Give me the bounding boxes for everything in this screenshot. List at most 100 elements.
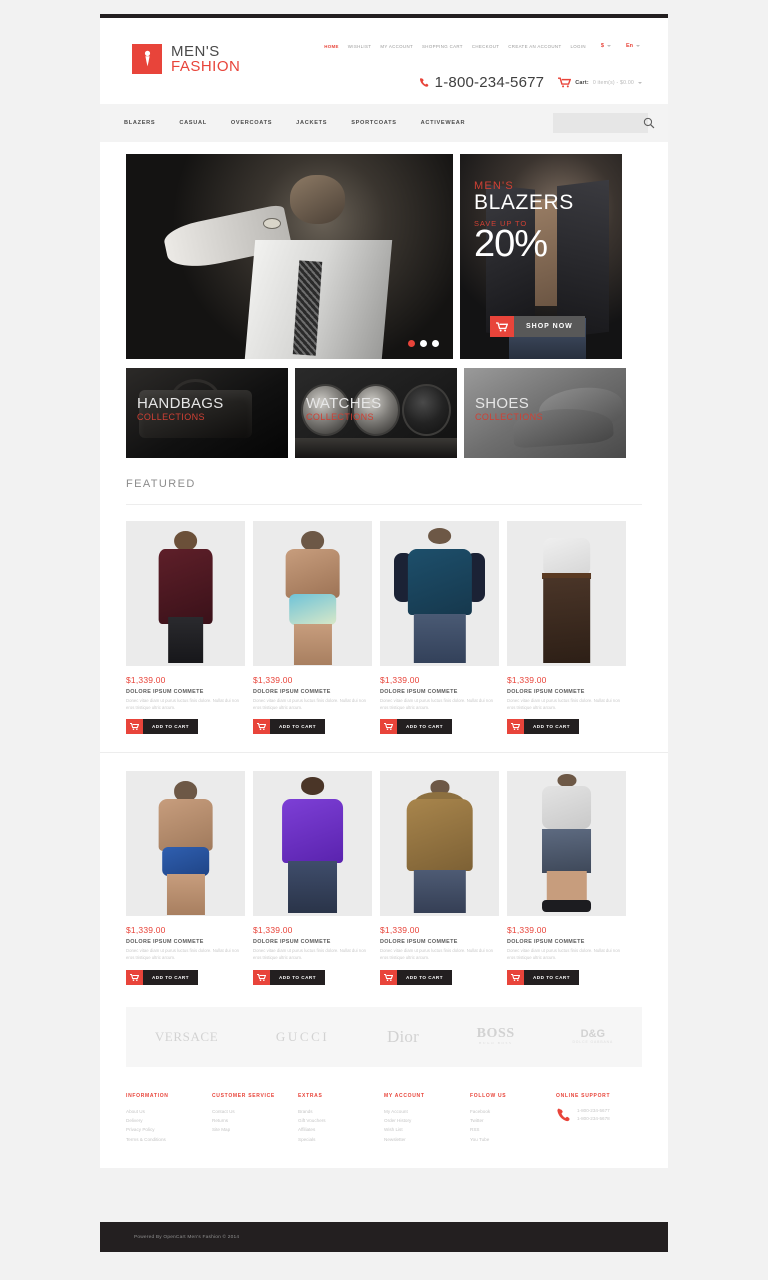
brand-dolce-gabbana[interactable]: D&G DOLCE GABBANA xyxy=(572,1028,613,1044)
brand-dior[interactable]: Dior xyxy=(387,1028,419,1045)
product-card[interactable]: $1,339.00 DOLORE IPSUM COMMETE Donec vit… xyxy=(126,521,245,735)
footer-link[interactable]: Affiliates xyxy=(298,1125,384,1134)
add-to-cart-button[interactable]: ADD TO CART xyxy=(380,969,452,985)
footer-link[interactable]: Brands xyxy=(298,1107,384,1116)
product-title[interactable]: DOLORE IPSUM COMMETE xyxy=(126,939,245,945)
footer-link[interactable]: Specials xyxy=(298,1135,384,1144)
product-image[interactable] xyxy=(126,521,245,666)
cart-widget[interactable]: Cart: 0 item(s) - $0.00 xyxy=(558,77,642,88)
product-card[interactable]: $1,339.00 DOLORE IPSUM COMMETE Donec vit… xyxy=(126,771,245,985)
category-tile-handbags[interactable]: HANDBAGS COLLECTIONS xyxy=(126,368,288,458)
cart-icon xyxy=(507,719,524,735)
add-to-cart-button[interactable]: ADD TO CART xyxy=(380,719,452,735)
copyright-bar: Powered By OpenCart Men's Fashion © 2014 xyxy=(100,1222,668,1252)
brand-boss[interactable]: BOSS HUGO BOSS xyxy=(477,1027,515,1045)
site-logo[interactable]: MEN'S FASHION xyxy=(132,44,240,75)
cart-icon xyxy=(558,77,572,88)
footer-link[interactable]: Site Map xyxy=(212,1125,298,1134)
category-tile-shoes[interactable]: SHOES COLLECTIONS xyxy=(464,368,626,458)
nav-item-jackets[interactable]: JACKETS xyxy=(296,120,327,126)
tile-subtitle: COLLECTIONS xyxy=(306,412,374,422)
slider-dot-2[interactable] xyxy=(420,340,427,347)
featured-header: FEATURED xyxy=(126,478,642,505)
footer-link[interactable]: Privacy Policy xyxy=(126,1125,212,1134)
product-price: $1,339.00 xyxy=(380,925,420,936)
add-to-cart-button[interactable]: ADD TO CART xyxy=(126,719,198,735)
top-link-home[interactable]: HOME xyxy=(324,44,339,49)
product-image[interactable] xyxy=(253,521,372,666)
product-title[interactable]: DOLORE IPSUM COMMETE xyxy=(380,939,499,945)
language-selector[interactable]: En xyxy=(626,43,640,49)
nav-item-casual[interactable]: CASUAL xyxy=(179,120,207,126)
product-image[interactable] xyxy=(507,771,626,917)
product-title[interactable]: DOLORE IPSUM COMMETE xyxy=(507,689,626,695)
footer-link[interactable]: Contact Us xyxy=(212,1107,298,1116)
product-price: $1,339.00 xyxy=(253,675,293,685)
top-link-login[interactable]: LOGIN xyxy=(570,44,585,49)
top-link-create-account[interactable]: CREATE AN ACCOUNT xyxy=(508,44,561,49)
top-link-shopping-cart[interactable]: SHOPPING CART xyxy=(422,44,463,49)
add-to-cart-button[interactable]: ADD TO CART xyxy=(253,719,325,735)
nav-item-sportcoats[interactable]: SPORTCOATS xyxy=(351,120,396,126)
category-tile-watches[interactable]: WATCHES COLLECTIONS xyxy=(295,368,457,458)
product-title[interactable]: DOLORE IPSUM COMMETE xyxy=(380,689,499,695)
product-image[interactable] xyxy=(380,771,499,917)
shop-now-button[interactable]: SHOP NOW xyxy=(490,316,585,337)
support-phone-2[interactable]: 1-800-234-5678 xyxy=(577,1115,610,1124)
footer-link[interactable]: Returns xyxy=(212,1116,298,1125)
nav-item-blazers[interactable]: BLAZERS xyxy=(124,120,155,126)
tile-title: SHOES xyxy=(475,395,530,412)
product-image[interactable] xyxy=(380,521,499,666)
brand-gucci[interactable]: GUCCI xyxy=(276,1030,329,1043)
top-link-wishlist[interactable]: WISHLIST xyxy=(348,44,372,49)
add-to-cart-button[interactable]: ADD TO CART xyxy=(507,719,579,735)
search-icon xyxy=(643,117,655,129)
product-title[interactable]: DOLORE IPSUM COMMETE xyxy=(253,689,372,695)
search-input[interactable] xyxy=(553,113,643,133)
product-price: $1,339.00 xyxy=(253,925,293,936)
product-title[interactable]: DOLORE IPSUM COMMETE xyxy=(253,939,372,945)
support-phone-1[interactable]: 1-800-234-5677 xyxy=(577,1107,610,1116)
brand-versace[interactable]: VERSACE xyxy=(155,1030,218,1043)
footer-link[interactable]: You Tube xyxy=(470,1135,556,1144)
product-image[interactable] xyxy=(507,521,626,666)
footer-link[interactable]: RSS xyxy=(470,1125,556,1134)
currency-selector[interactable]: $ xyxy=(601,43,611,49)
product-title[interactable]: DOLORE IPSUM COMMETE xyxy=(126,689,245,695)
top-link-checkout[interactable]: CHECKOUT xyxy=(472,44,499,49)
nav-links: BLAZERS CASUAL OVERCOATS JACKETS SPORTCO… xyxy=(124,104,465,142)
product-card[interactable]: $1,339.00 DOLORE IPSUM COMMETE Donec vit… xyxy=(253,521,372,735)
hero-slider[interactable] xyxy=(126,154,453,359)
cart-icon xyxy=(507,969,524,985)
footer-link[interactable]: Delivery xyxy=(126,1116,212,1125)
nav-item-overcoats[interactable]: OVERCOATS xyxy=(231,120,272,126)
footer-link[interactable]: Facebook xyxy=(470,1107,556,1116)
product-image[interactable] xyxy=(253,771,372,917)
add-to-cart-button[interactable]: ADD TO CART xyxy=(126,969,198,985)
footer-link[interactable]: Gift Vouchers xyxy=(298,1116,384,1125)
nav-item-activewear[interactable]: ACTIVEWEAR xyxy=(421,120,466,126)
product-title[interactable]: DOLORE IPSUM COMMETE xyxy=(507,939,626,945)
product-card[interactable]: $1,339.00 DOLORE IPSUM COMMETE Donec vit… xyxy=(507,521,626,735)
product-card[interactable]: $1,339.00 DOLORE IPSUM COMMETE Donec vit… xyxy=(380,521,499,735)
product-card[interactable]: $1,339.00 DOLORE IPSUM COMMETE Donec vit… xyxy=(507,771,626,985)
add-to-cart-button[interactable]: ADD TO CART xyxy=(507,969,579,985)
slider-dot-3[interactable] xyxy=(432,340,439,347)
product-card[interactable]: $1,339.00 DOLORE IPSUM COMMETE Donec vit… xyxy=(253,771,372,985)
footer-link[interactable]: Wish List xyxy=(384,1125,470,1134)
promo-banner[interactable]: MEN'S BLAZERS SAVE UP TO 20% SHOP NOW xyxy=(460,154,622,359)
header-phone[interactable]: 1-800-234-5677 xyxy=(419,74,545,91)
footer-link[interactable]: Order History xyxy=(384,1116,470,1125)
footer-link[interactable]: Terms & Conditions xyxy=(126,1135,212,1144)
search-button[interactable] xyxy=(643,113,655,133)
product-image[interactable] xyxy=(126,771,245,917)
add-to-cart-button[interactable]: ADD TO CART xyxy=(253,969,325,985)
slider-dot-1[interactable] xyxy=(408,340,415,347)
footer-link[interactable]: My Account xyxy=(384,1107,470,1116)
top-link-my-account[interactable]: MY ACCOUNT xyxy=(380,44,413,49)
footer-link[interactable]: Newsletter xyxy=(384,1135,470,1144)
footer-link[interactable]: About Us xyxy=(126,1107,212,1116)
support-phones: 1-800-234-5677 1-800-234-5678 xyxy=(556,1107,642,1124)
footer-link[interactable]: Twitter xyxy=(470,1116,556,1125)
product-card[interactable]: $1,339.00 DOLORE IPSUM COMMETE Donec vit… xyxy=(380,771,499,985)
